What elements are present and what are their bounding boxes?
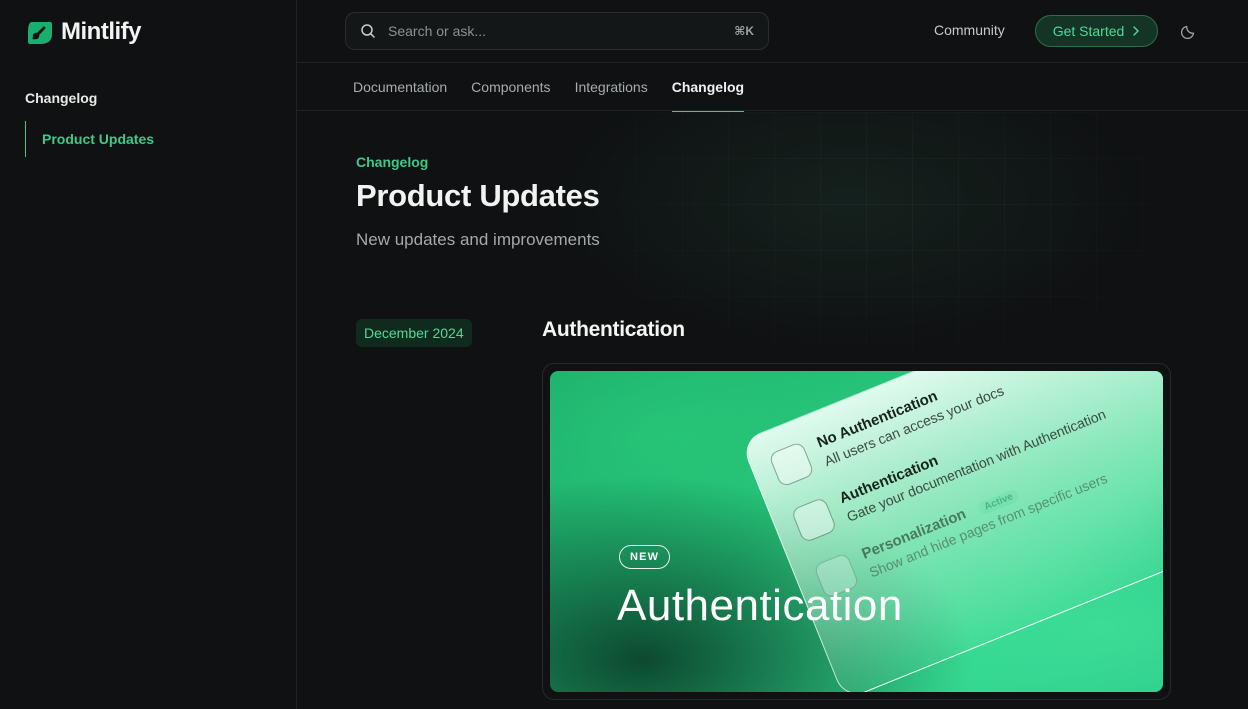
tab-integrations[interactable]: Integrations [575, 63, 648, 111]
hero-title: Authentication [617, 581, 903, 630]
entry-title: Authentication [542, 318, 685, 341]
sidebar: Mintlify Changelog Product Updates [0, 0, 297, 709]
search-input[interactable]: Search or ask... ⌘K [345, 12, 769, 50]
sidebar-item-label: Product Updates [42, 131, 155, 147]
sidebar-item-product-updates[interactable]: Product Updates [25, 121, 275, 157]
brand-name: Mintlify [61, 18, 142, 45]
entry-image: No Authentication All users can access y… [550, 371, 1163, 692]
logo[interactable]: Mintlify [26, 18, 142, 46]
tab-documentation[interactable]: Documentation [353, 63, 447, 111]
sidebar-heading: Changelog [25, 90, 98, 106]
chevron-right-icon [1133, 26, 1140, 36]
community-link[interactable]: Community [934, 22, 1005, 38]
entry-date-badge: December 2024 [356, 319, 472, 347]
page-title: Product Updates [356, 178, 600, 213]
tab-changelog[interactable]: Changelog [671, 63, 745, 112]
top-bar: Search or ask... ⌘K Community Get Starte… [297, 0, 1248, 63]
get-started-label: Get Started [1052, 23, 1125, 39]
unlock-icon [768, 440, 815, 488]
get-started-button[interactable]: Get Started [1035, 15, 1158, 47]
new-badge: NEW [619, 545, 671, 569]
auth-options-panel: No Authentication All users can access y… [740, 371, 1163, 692]
search-icon [361, 24, 375, 38]
tab-components[interactable]: Components [471, 63, 550, 111]
nav-tabs: Documentation Components Integrations Ch… [297, 63, 1248, 112]
mintlify-logo-icon [28, 22, 52, 44]
search-placeholder: Search or ask... [388, 23, 487, 39]
moon-icon[interactable] [1181, 23, 1197, 39]
user-key-icon [790, 496, 838, 544]
page-subtitle: New updates and improvements [356, 230, 600, 249]
page-eyebrow: Changelog [356, 154, 429, 170]
entry-image-frame: No Authentication All users can access y… [542, 363, 1171, 700]
search-shortcut: ⌘K [734, 24, 754, 38]
